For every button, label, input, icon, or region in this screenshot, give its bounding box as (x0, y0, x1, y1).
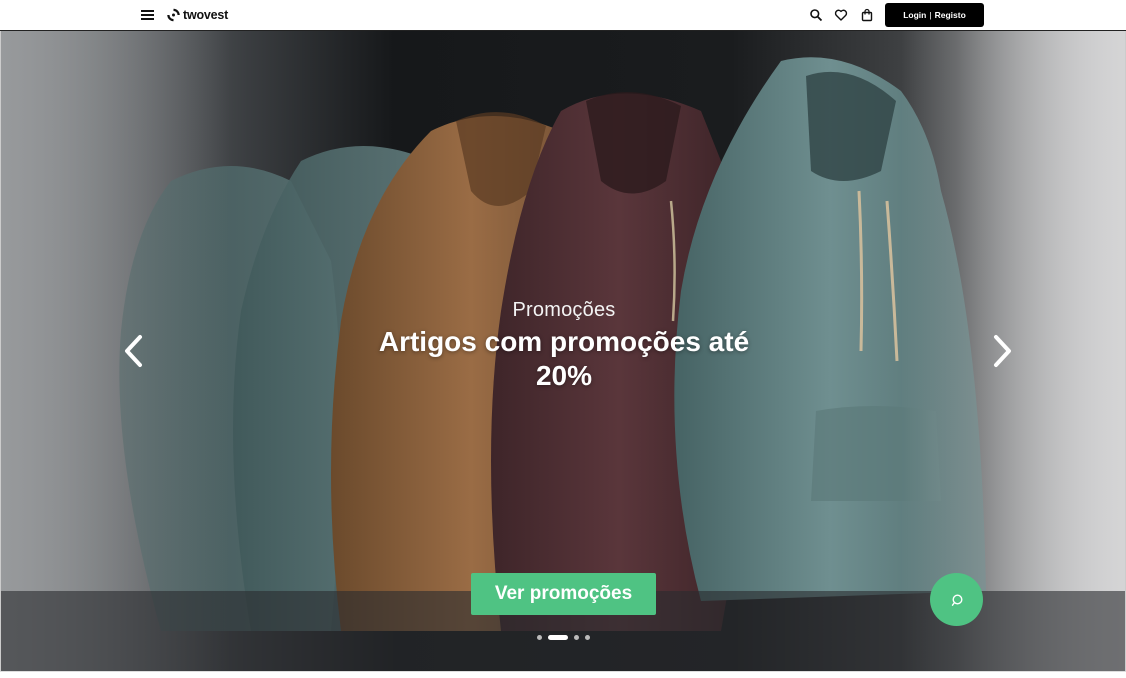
login-separator: | (929, 10, 932, 20)
chat-button[interactable] (930, 573, 983, 626)
chat-bubble-icon (951, 593, 963, 606)
search-icon[interactable] (809, 8, 823, 22)
hero-title: Artigos com promoções até 20% (378, 326, 750, 391)
carousel-dot[interactable] (537, 635, 542, 640)
hero-subtitle: Promoções (512, 299, 616, 321)
carousel-next-button[interactable] (989, 333, 1015, 369)
chevron-right-icon (994, 335, 1011, 367)
login-label: Login (903, 10, 927, 20)
brand-name: twovest (183, 8, 229, 22)
see-promotions-button[interactable]: Ver promoções (471, 573, 656, 615)
carousel-prev-button[interactable] (121, 333, 147, 369)
chevron-left-icon (125, 335, 142, 367)
heart-icon[interactable] (834, 8, 848, 22)
login-register-button[interactable]: Login | Registo (885, 3, 984, 27)
carousel-dot-active[interactable] (548, 635, 568, 640)
carousel-dot[interactable] (574, 635, 579, 640)
shopping-bag-icon[interactable] (860, 8, 874, 22)
logo-mark-icon (167, 8, 180, 22)
site-header: twovest Login | Registo (0, 0, 1126, 31)
menu-icon[interactable] (141, 9, 155, 21)
page-bottom-edge (0, 671, 1126, 678)
brand-logo[interactable]: twovest (167, 7, 228, 23)
register-label: Registo (934, 10, 966, 20)
carousel-dot[interactable] (585, 635, 590, 640)
hero-carousel: Promoções Artigos com promoções até 20% … (0, 31, 1126, 671)
